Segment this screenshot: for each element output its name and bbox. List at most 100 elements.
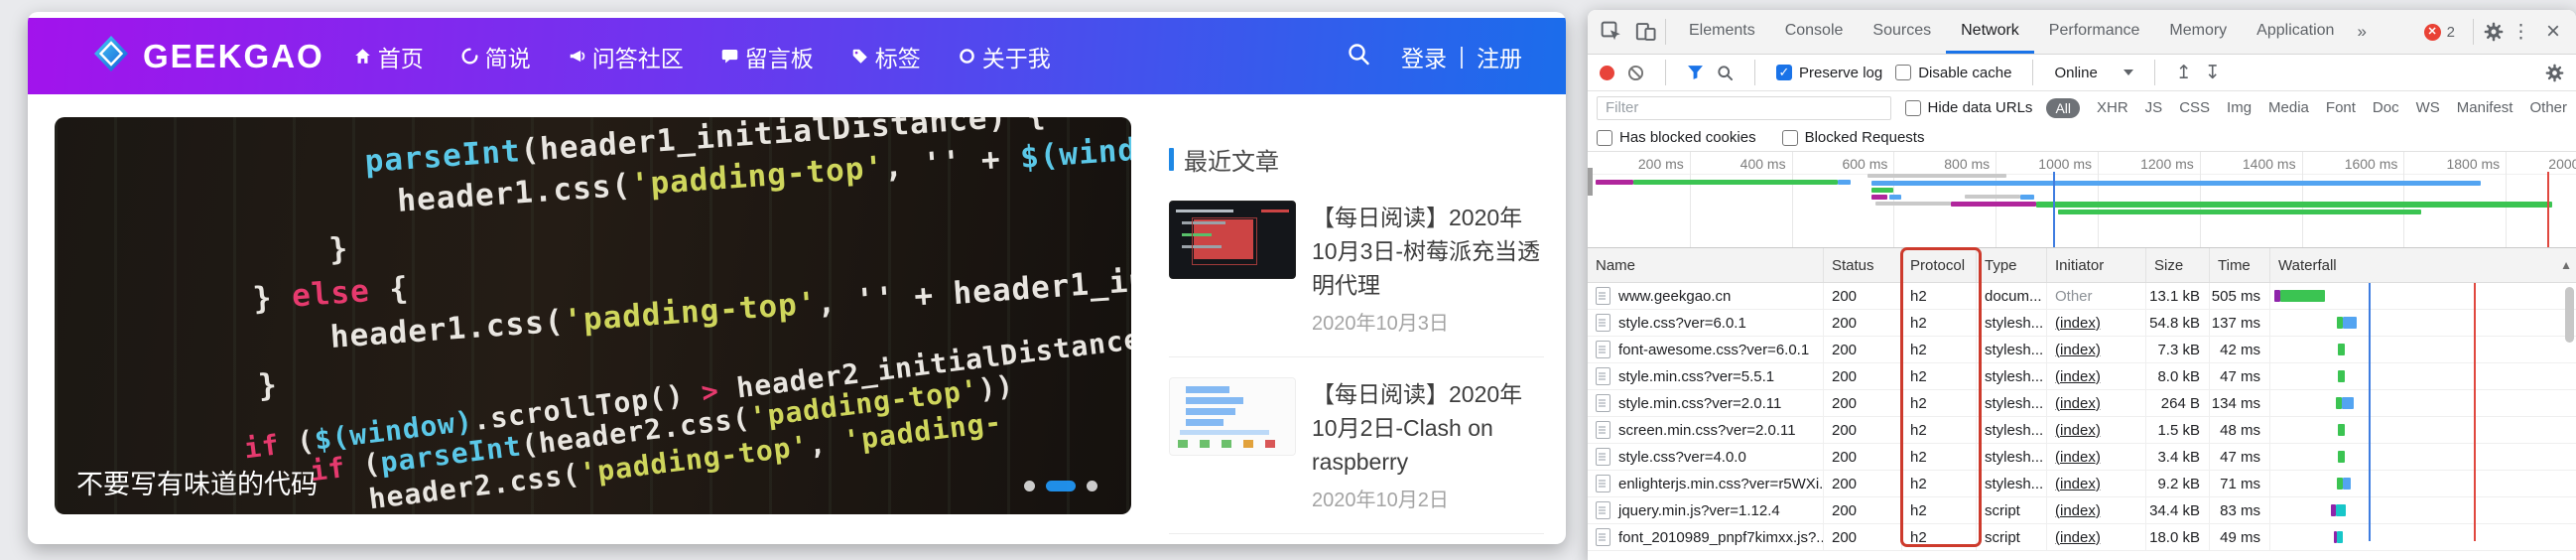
export-har-icon[interactable]: ↧: [2205, 62, 2221, 84]
network-settings-gear-icon[interactable]: [2545, 64, 2564, 82]
filter-chip-ws[interactable]: WS: [2416, 99, 2440, 116]
filter-chip-all[interactable]: All: [2046, 97, 2080, 118]
file-icon: [1596, 421, 1610, 439]
article-thumbnail[interactable]: [1169, 201, 1296, 279]
tab-console[interactable]: Console: [1770, 10, 1859, 54]
network-request-row[interactable]: enlighterjs.min.css?ver=r5WXi... 200 h2 …: [1588, 471, 2576, 497]
console-error-badge[interactable]: ✕ 2: [2423, 23, 2455, 41]
checkbox-unchecked-icon[interactable]: [1781, 129, 1798, 146]
initiator-link[interactable]: (index): [2055, 315, 2101, 332]
network-request-row[interactable]: www.geekgao.cn 200 h2 docum... Other 13.…: [1588, 283, 2576, 310]
filter-chip-js[interactable]: JS: [2145, 99, 2163, 116]
column-header-waterfall[interactable]: Waterfall: [2270, 248, 2576, 282]
preserve-log-toggle[interactable]: ✓ Preserve log: [1776, 65, 1882, 81]
network-request-row[interactable]: font-awesome.css?ver=6.0.1 200 h2 styles…: [1588, 337, 2576, 363]
tab-sources[interactable]: Sources: [1858, 10, 1946, 54]
initiator-link[interactable]: (index): [2055, 502, 2101, 519]
device-toolbar-icon[interactable]: [1635, 21, 1657, 43]
navbar-right: 登录 | 注册: [1346, 40, 1522, 73]
nav-item-comment[interactable]: 留言板: [721, 40, 814, 73]
blocked-requests-toggle[interactable]: Blocked Requests: [1781, 129, 1924, 146]
site-logo[interactable]: GEEKGAO: [91, 34, 324, 78]
devtools-scrollbar-thumb[interactable]: [2565, 287, 2574, 343]
network-request-row[interactable]: style.css?ver=4.0.0 200 h2 stylesh... (i…: [1588, 444, 2576, 471]
hide-data-urls-toggle[interactable]: Hide data URLs: [1904, 99, 2032, 116]
initiator-link[interactable]: (index): [2055, 529, 2101, 546]
import-har-icon[interactable]: ↥: [2176, 62, 2192, 84]
filter-chip-manifest[interactable]: Manifest: [2457, 99, 2513, 116]
checkbox-checked-icon[interactable]: ✓: [1776, 65, 1792, 80]
carousel-dot-active[interactable]: [1046, 481, 1076, 491]
search-network-icon[interactable]: [1717, 65, 1734, 81]
network-request-row[interactable]: font_2010989_pnpf7kimxx.js?... 200 h2 sc…: [1588, 524, 2576, 551]
request-protocol: h2: [1902, 363, 1977, 389]
carousel-dot[interactable]: [1087, 481, 1097, 491]
record-icon[interactable]: [1600, 65, 1614, 80]
clear-icon[interactable]: [1627, 65, 1644, 81]
close-devtools-icon[interactable]: ×: [2546, 18, 2560, 46]
inspect-element-icon[interactable]: [1601, 21, 1622, 43]
filter-funnel-icon[interactable]: [1687, 65, 1704, 80]
login-link[interactable]: 登录: [1401, 40, 1447, 73]
article-list-item[interactable]: 【每日阅读】2020年10月3日-树莓派充当透明代理 2020年10月3日: [1169, 181, 1544, 356]
network-request-row[interactable]: style.css?ver=6.0.1 200 h2 stylesh... (i…: [1588, 310, 2576, 337]
nav-item-home[interactable]: 首页: [354, 40, 424, 73]
column-header-size[interactable]: Size: [2146, 248, 2210, 282]
tab-memory[interactable]: Memory: [2154, 10, 2242, 54]
checkbox-unchecked-icon[interactable]: [1904, 99, 1921, 116]
checkbox-unchecked-icon[interactable]: [1597, 129, 1612, 146]
nav-item-megaphone[interactable]: 问答社区: [569, 40, 684, 73]
filter-chip-doc[interactable]: Doc: [2373, 99, 2399, 116]
filter-chip-xhr[interactable]: XHR: [2097, 99, 2128, 116]
network-request-row[interactable]: style.min.css?ver=2.0.11 200 h2 stylesh.…: [1588, 390, 2576, 417]
hero-carousel-slide[interactable]: parseInt(header1_initialDistance) {heade…: [55, 117, 1131, 514]
article-list-item[interactable]: 【每日阅读】2020年10月1日-群晖NAS使用自己… 2020年10月2日: [1169, 533, 1544, 544]
carousel-dot[interactable]: [1024, 481, 1035, 491]
column-header-time[interactable]: Time: [2210, 248, 2270, 282]
network-request-row[interactable]: style.min.css?ver=5.5.1 200 h2 stylesh..…: [1588, 363, 2576, 390]
filter-chip-font[interactable]: Font: [2326, 99, 2356, 116]
nav-item-swirl[interactable]: 简说: [461, 40, 531, 73]
network-request-row[interactable]: jquery.min.js?ver=1.12.4 200 h2 script (…: [1588, 497, 2576, 524]
column-header-protocol[interactable]: Protocol: [1902, 248, 1977, 282]
filter-chip-img[interactable]: Img: [2227, 99, 2252, 116]
filter-input[interactable]: [1597, 95, 1891, 120]
initiator-link[interactable]: (index): [2055, 422, 2101, 439]
tab-elements[interactable]: Elements: [1674, 10, 1770, 54]
column-header-name[interactable]: Name: [1588, 248, 1824, 282]
filter-chip-css[interactable]: CSS: [2179, 99, 2210, 116]
article-thumbnail[interactable]: [1169, 377, 1296, 456]
checkbox-unchecked-icon[interactable]: [1895, 65, 1912, 80]
search-icon[interactable]: [1346, 41, 1371, 72]
devtools-menu-icon[interactable]: ⋮: [2504, 21, 2538, 44]
column-header-type[interactable]: Type: [1977, 248, 2047, 282]
register-link[interactable]: 注册: [1477, 40, 1522, 73]
network-request-row[interactable]: screen.min.css?ver=2.0.11 200 h2 stylesh…: [1588, 417, 2576, 444]
sort-ascending-icon[interactable]: ▲: [2560, 258, 2572, 272]
nav-item-circle[interactable]: 关于我: [959, 40, 1051, 73]
column-header-status[interactable]: Status: [1824, 248, 1902, 282]
recent-posts-sidebar: 最近文章 【每日阅读】2020年10月3日-树莓派充当透明代理 2020年10月…: [1169, 142, 1544, 544]
article-list-item[interactable]: 【每日阅读】2020年10月2日-Clash on raspberry 2020…: [1169, 356, 1544, 533]
tab-application[interactable]: Application: [2242, 10, 2349, 54]
more-tabs-icon[interactable]: »: [2349, 22, 2374, 42]
initiator-link[interactable]: (index): [2055, 449, 2101, 466]
initiator-link[interactable]: (index): [2055, 368, 2101, 385]
article-title[interactable]: 【每日阅读】2020年10月2日-Clash on raspberry: [1312, 377, 1544, 479]
nav-item-tag[interactable]: 标签: [851, 40, 921, 73]
settings-gear-icon[interactable]: [2484, 22, 2504, 42]
timeline-range-handle[interactable]: [1588, 168, 1593, 196]
initiator-link[interactable]: (index): [2055, 395, 2101, 412]
throttling-dropdown[interactable]: Online: [2054, 65, 2133, 81]
tab-network[interactable]: Network: [1946, 10, 2034, 54]
filter-chip-media[interactable]: Media: [2268, 99, 2309, 116]
network-overview-timeline[interactable]: 200 ms 400 ms 600 ms 800 ms 1000 ms 1200 ms 14…: [1588, 152, 2576, 248]
has-blocked-cookies-toggle[interactable]: Has blocked cookies: [1597, 129, 1756, 146]
column-header-initiator[interactable]: Initiator: [2047, 248, 2146, 282]
initiator-link[interactable]: (index): [2055, 476, 2101, 492]
initiator-link[interactable]: (index): [2055, 342, 2101, 358]
disable-cache-toggle[interactable]: Disable cache: [1895, 65, 2011, 81]
tab-performance[interactable]: Performance: [2034, 10, 2155, 54]
filter-chip-other[interactable]: Other: [2529, 99, 2567, 116]
article-title[interactable]: 【每日阅读】2020年10月3日-树莓派充当透明代理: [1312, 201, 1544, 302]
